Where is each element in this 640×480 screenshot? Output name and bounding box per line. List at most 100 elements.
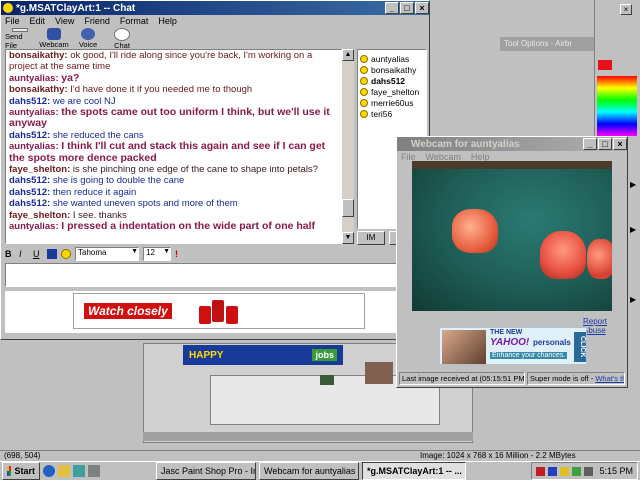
outlook-icon[interactable] [58, 465, 70, 477]
yahoo-personals-ad[interactable]: THE NEW YAHOO! personals Enhance your ch… [439, 327, 587, 365]
user-name: dahs512 [371, 75, 406, 86]
message-text: I pressed a indentation on the wide part… [61, 220, 316, 233]
webcam-button[interactable]: Webcam [39, 28, 69, 50]
ad-click: CLICK [574, 332, 586, 362]
chat-window-title: *g.MSATClayArt:1 -- Chat [16, 2, 136, 14]
menu-file[interactable]: File [5, 16, 20, 26]
message-author: dahs512: [9, 175, 51, 187]
ad-tagline: Enhance your chances. [490, 352, 568, 359]
user-list-item[interactable]: auntyalias [360, 53, 424, 64]
foreground-color-swatch[interactable] [598, 60, 612, 70]
message-text: then reduce it again [52, 186, 137, 198]
app-icon[interactable] [88, 465, 100, 477]
message-author: faye_shelton: [9, 164, 71, 176]
message-text: she reduced the cans [52, 129, 144, 141]
desktop-icon[interactable] [73, 465, 85, 477]
voice-button[interactable]: Voice [73, 28, 103, 50]
chat-button[interactable]: Chat [107, 28, 137, 50]
taskbar-item-chat[interactable]: *g.MSATClayArt:1 -- ... [362, 462, 466, 480]
chat-message: bonsaikathy: ok good, I'll ride along si… [9, 50, 338, 73]
color-palette[interactable] [597, 76, 637, 136]
message-input[interactable] [5, 263, 425, 287]
alert-icon[interactable]: ! [175, 249, 178, 259]
system-tray: 5:15 PM [531, 462, 638, 480]
message-text: we are cool NJ [52, 95, 116, 107]
menu-edit[interactable]: Edit [30, 16, 46, 26]
im-button[interactable]: IM [357, 231, 385, 245]
taskbar-item-psp[interactable]: Jasc Paint Shop Pro - Ima... [156, 462, 256, 480]
message-author: bonsaikathy: [9, 50, 68, 61]
tray-icon[interactable] [548, 466, 558, 476]
chat-scrollbar[interactable]: ▲ ▼ [342, 49, 354, 244]
scroll-thumb[interactable] [342, 199, 354, 217]
minimize-button[interactable]: _ [583, 138, 597, 150]
chat-title-bar[interactable]: *g.MSATClayArt:1 -- Chat _ □ × [1, 1, 429, 15]
clock[interactable]: 5:15 PM [599, 466, 633, 476]
jobs-text: jobs [312, 349, 337, 361]
maximize-button[interactable]: □ [598, 138, 612, 150]
tray-icon[interactable] [560, 466, 570, 476]
chat-log[interactable]: bonsaikathy: ok good, I'll ride along si… [5, 49, 342, 244]
menu-friend[interactable]: Friend [84, 16, 110, 26]
user-status-icon [360, 76, 368, 85]
underline-button[interactable]: U [33, 249, 43, 259]
message-author: dahs512: [9, 186, 51, 198]
chat-message: dahs512: then reduce it again [9, 187, 338, 198]
ad-can-icon [199, 306, 211, 324]
chat-window: *g.MSATClayArt:1 -- Chat _ □ × File Edit… [0, 0, 430, 340]
ad-banner[interactable]: Watch closely [73, 293, 365, 329]
menu-help[interactable]: Help [158, 16, 177, 26]
start-button[interactable]: Start [2, 462, 40, 480]
text-color-icon[interactable] [47, 249, 57, 259]
palette-arrow-icon[interactable]: ▶ [630, 180, 640, 194]
user-list-item[interactable]: bonsaikathy [360, 64, 424, 75]
message-text: ya? [61, 71, 80, 84]
ad-text: Watch closely [84, 303, 172, 319]
italic-button[interactable]: I [19, 249, 29, 259]
palette-arrow-icon[interactable]: ▶ [630, 295, 640, 309]
send-file-button[interactable]: Send File [5, 28, 35, 50]
user-list-item[interactable]: faye_shelton [360, 86, 424, 97]
message-author: auntyalias: [9, 72, 59, 84]
user-name: merrie60us [371, 97, 414, 108]
user-list-item[interactable]: teri56 [360, 108, 424, 119]
user-list-item[interactable]: merrie60us [360, 97, 424, 108]
user-list-item[interactable]: dahs512 [360, 75, 424, 86]
background-screenshot-taskbar [143, 432, 473, 441]
emoticon-icon[interactable] [61, 249, 71, 259]
size-select[interactable]: 12 ▼ [143, 247, 171, 261]
close-button[interactable]: × [415, 2, 429, 14]
tray-icon[interactable] [572, 466, 582, 476]
palette-close-icon[interactable]: × [620, 4, 632, 15]
user-status-icon [360, 87, 368, 96]
yahoo-logo: YAHOO! [490, 337, 530, 348]
happy-text: HAPPY [189, 349, 224, 361]
tool-options-bar[interactable]: Tool Options - Airbr [500, 37, 594, 51]
ie-icon[interactable] [43, 465, 55, 477]
tray-icon[interactable] [536, 466, 546, 476]
scroll-up-button[interactable]: ▲ [342, 49, 354, 61]
message-text: I see. thanks [72, 209, 127, 221]
ad-can-icon [226, 306, 238, 324]
voice-icon [81, 28, 95, 40]
report-abuse-link[interactable]: Report Abuse [583, 317, 627, 335]
close-button[interactable]: × [613, 138, 627, 150]
webcam-window-icon [399, 139, 408, 149]
minimize-button[interactable]: _ [385, 2, 399, 14]
volume-icon[interactable] [584, 466, 594, 476]
whats-this-link[interactable]: What's this? [595, 374, 624, 383]
scroll-down-button[interactable]: ▼ [342, 232, 354, 244]
chat-menu-bar: File Edit View Friend Format Help [1, 15, 429, 27]
palette-arrow-icon[interactable]: ▶ [630, 225, 640, 239]
message-author: dahs512: [9, 129, 51, 141]
webcam-title-bar[interactable]: Webcam for auntyalias _ □ × [397, 137, 627, 151]
chat-window-icon [3, 3, 13, 13]
user-status-icon [360, 54, 368, 63]
taskbar: Start Jasc Paint Shop Pro - Ima... Webca… [0, 461, 640, 480]
bold-button[interactable]: B [5, 249, 15, 259]
menu-view[interactable]: View [55, 16, 74, 26]
taskbar-item-webcam[interactable]: Webcam for auntyalias [259, 462, 359, 480]
font-select[interactable]: Tahoma ▼ [75, 247, 139, 261]
menu-format[interactable]: Format [120, 16, 149, 26]
maximize-button[interactable]: □ [400, 2, 414, 14]
